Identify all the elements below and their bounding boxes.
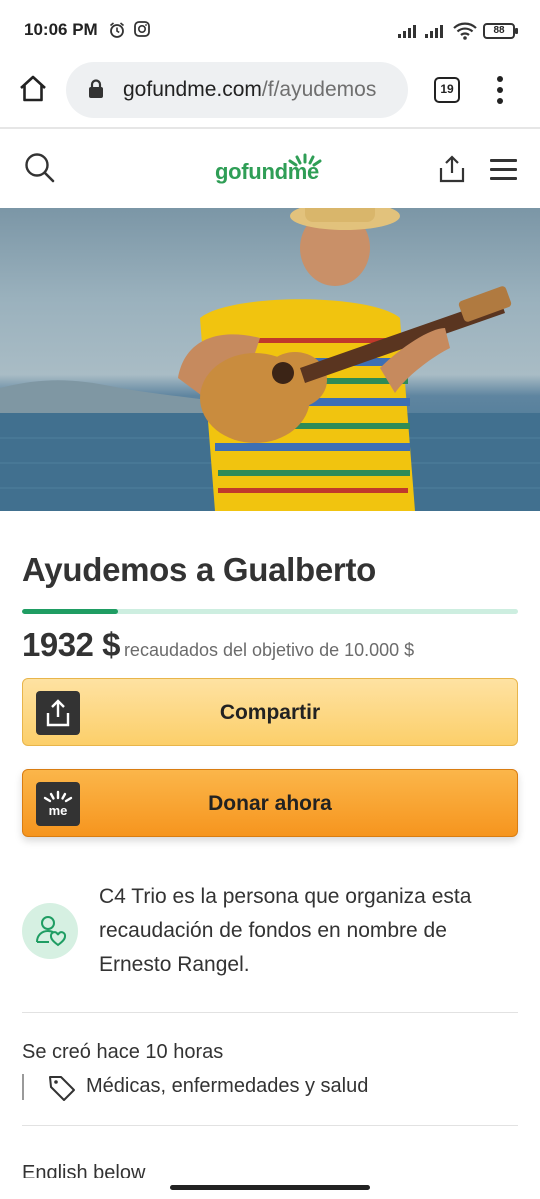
progress-fill (22, 609, 118, 614)
share-button-label: Compartir (219, 701, 321, 724)
organizer-heart-icon (22, 903, 78, 959)
category-link[interactable]: Médicas, enfermedades y salud (86, 1075, 368, 1098)
address-bar[interactable]: gofundme.com/f/ayudemos (66, 62, 408, 118)
created-time: Se creó hace 10 horas (22, 1041, 224, 1063)
gesture-nav-handle[interactable] (170, 1185, 370, 1190)
goal-text: recaudados del objetivo de 10.000 $ (123, 640, 415, 660)
battery-icon: 88 (483, 23, 518, 39)
share-button[interactable]: Compartir (22, 678, 518, 746)
search-icon[interactable] (24, 152, 56, 189)
url-path: /f/ayudemos (261, 78, 377, 101)
instagram-icon (134, 21, 150, 42)
menu-icon[interactable] (490, 159, 517, 180)
donate-button-label: Donar ahora (208, 792, 332, 815)
progress-bar (22, 609, 518, 614)
status-time: 10:06 PM (24, 20, 98, 39)
status-bar: 10:06 PM 88 (0, 0, 540, 62)
url-host: gofundme.com (123, 78, 262, 101)
section-divider-2 (22, 1125, 518, 1126)
lock-icon (88, 79, 104, 104)
tag-icon (47, 1073, 77, 1108)
organizer-text: C4 Trio es la persona que organiza esta … (99, 885, 472, 976)
signal-icon-2 (425, 24, 447, 43)
signal-icon (398, 24, 420, 43)
url-text: gofundme.com/f/ayudemos (123, 78, 376, 102)
tabs-button[interactable]: 19 (434, 77, 460, 103)
amount-raised: 1932 $ (22, 626, 120, 663)
browser-menu-button[interactable] (496, 76, 504, 106)
campaign-hero-image (0, 208, 540, 511)
share-icon[interactable] (438, 154, 466, 189)
section-divider (22, 1012, 518, 1013)
amount-row: 1932 $ recaudados del objetivo de 10.000 … (22, 626, 414, 664)
gofundme-logo[interactable]: gofundme (215, 151, 327, 185)
site-header: gofundme (0, 129, 540, 208)
donate-button[interactable]: me Donar ahora (22, 769, 518, 837)
logo-sun-icon (285, 151, 325, 176)
browser-toolbar: gofundme.com/f/ayudemos 19 (0, 62, 540, 128)
wifi-icon (453, 22, 477, 45)
alarm-icon (108, 21, 126, 44)
category-divider (22, 1074, 24, 1100)
home-icon[interactable] (18, 74, 48, 104)
campaign-title: Ayudemos a Gualberto (22, 551, 377, 588)
